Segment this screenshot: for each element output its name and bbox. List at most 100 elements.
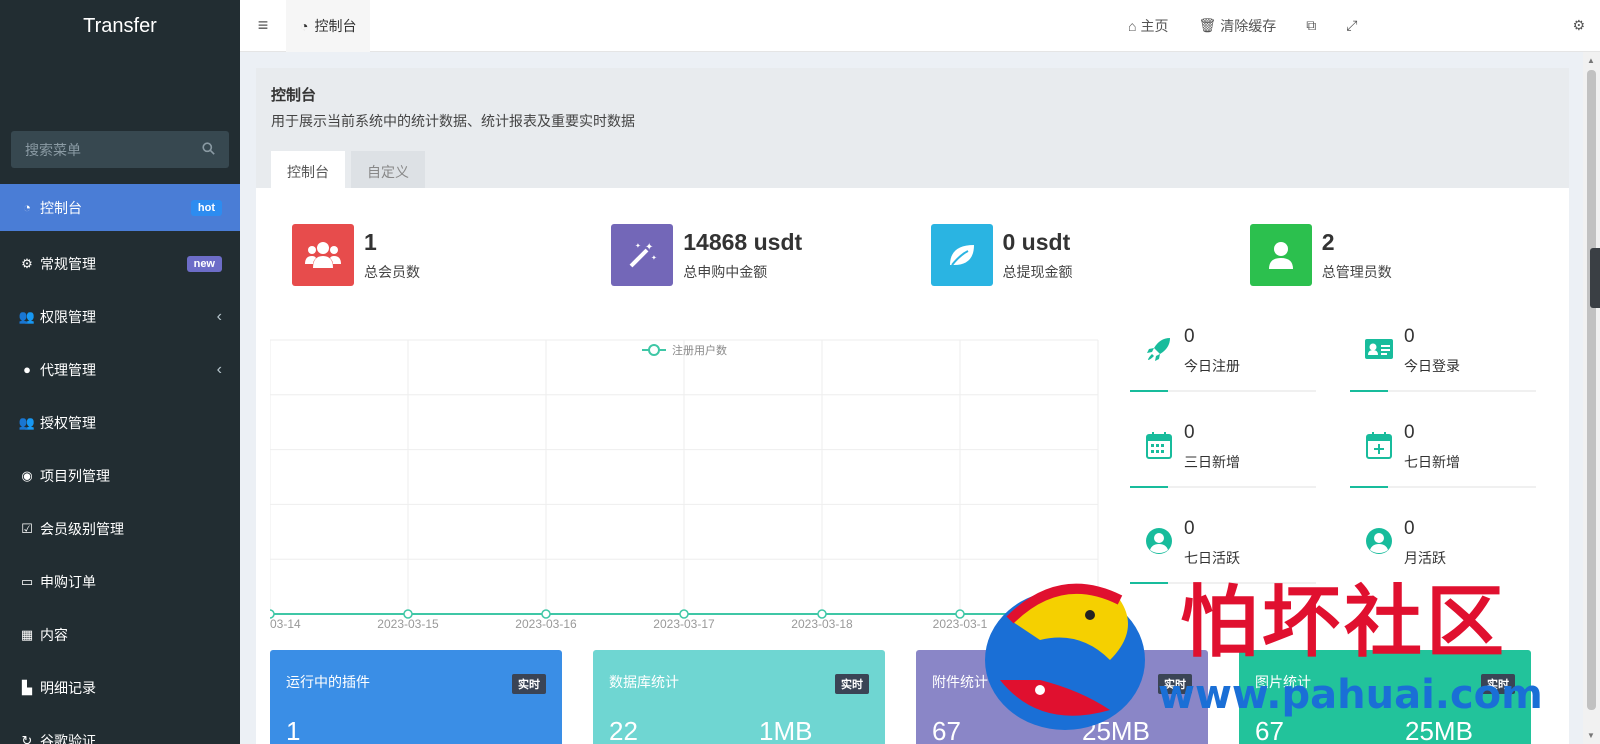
page-title: 控制台	[271, 87, 317, 104]
chart-x-tick-label: 2023-03-	[1074, 617, 1110, 628]
sidebar-item-label: 明细记录	[40, 679, 96, 696]
user-circle-icon	[1144, 526, 1174, 556]
sidebar-item-content[interactable]: ▦ 内容	[0, 608, 240, 661]
home-label: 主页	[1140, 17, 1169, 34]
sidebar-item-label: 申购订单	[40, 573, 96, 590]
sidebar-search-input[interactable]: 搜索菜单	[11, 131, 229, 168]
database-card[interactable]: 数据库统计 实时 22 1MB	[593, 650, 885, 744]
chart-legend-marker	[648, 344, 660, 356]
home-icon: ⌂	[1127, 17, 1137, 34]
scroll-down-arrow-icon[interactable]: ▼	[1587, 731, 1595, 740]
mini-stat-value: 0	[1184, 422, 1195, 443]
mini-stat-divider	[1350, 486, 1536, 488]
fullscreen-icon[interactable]: ⤢	[1331, 17, 1372, 34]
mini-stat-value: 0	[1404, 326, 1415, 347]
card-size: 25MB	[1405, 716, 1473, 744]
side-panel-handle[interactable]	[1590, 248, 1600, 308]
sidebar-item-permissions[interactable]: 👥 权限管理 ‹	[0, 290, 240, 343]
card-value: 22	[609, 716, 638, 744]
card-size: 1MB	[759, 716, 813, 744]
hot-badge: hot	[190, 199, 222, 216]
nav-tab-dashboard[interactable]: ◔ 控制台	[286, 0, 371, 52]
stat-card-admins: 2 总管理员数	[1249, 224, 1569, 286]
attachments-card[interactable]: 附件统计 实时 67 25MB	[916, 650, 1208, 744]
chart-x-tick-label: 2023-03-17	[653, 617, 715, 628]
top-navbar: ≡ ◔ 控制台 ⌂ 主页 🗑 清除缓存 ⧉ ⤢ ⚙	[240, 0, 1600, 52]
page-scrollbar[interactable]: ▲ ▼	[1583, 52, 1600, 744]
scroll-up-arrow-icon[interactable]: ▲	[1587, 56, 1595, 65]
realtime-tag: 实时	[1481, 674, 1515, 694]
sidebar-item-google-auth[interactable]: ↻ 谷歌验证	[0, 714, 240, 744]
sidebar-item-projects[interactable]: ◉ 项目列管理	[0, 449, 240, 502]
sidebar-item-general[interactable]: ⚙ 常规管理 new	[0, 237, 240, 290]
search-icon[interactable]	[202, 141, 215, 158]
card-title: 数据库统计	[609, 674, 679, 690]
realtime-tag: 实时	[512, 674, 546, 694]
app-logo[interactable]: Transfer	[0, 0, 240, 52]
page-tabs: 控制台 自定义	[271, 151, 1554, 193]
sidebar-item-label: 代理管理	[40, 361, 96, 378]
user-icon	[1249, 224, 1312, 286]
tab-custom[interactable]: 自定义	[351, 151, 425, 193]
chevron-left-icon: ‹	[216, 307, 222, 325]
mini-stat-divider	[1130, 486, 1316, 488]
sidebar-item-dashboard[interactable]: ◔ 控制台 hot	[0, 184, 240, 231]
sidebar-search-placeholder: 搜索菜单	[25, 141, 81, 158]
card-value: 1	[286, 716, 301, 744]
card-title: 运行中的插件	[286, 674, 370, 690]
rocket-icon	[1144, 334, 1174, 364]
sidebar-item-member-levels[interactable]: ☑ 会员级别管理	[0, 502, 240, 555]
stat-card-withdrawal: 0 usdt 总提现金额	[930, 224, 1250, 286]
chart-x-tick-label: 2023-03-18	[791, 617, 853, 628]
refresh-icon: ↻	[21, 732, 33, 744]
mini-stat-value: 0	[1404, 422, 1415, 443]
chart-x-tick-label: 2023-03-1	[933, 617, 988, 628]
sidebar-item-label: 控制台	[40, 199, 82, 216]
menu-toggle-icon[interactable]: ≡	[240, 0, 286, 52]
clear-cache-button[interactable]: 🗑 清除缓存	[1183, 16, 1291, 36]
registered-users-chart: 注册用户数 03-14 2023-03-15 2023-03-16 2023-03-17…	[270, 339, 1110, 628]
calendar-plus-icon	[1364, 430, 1394, 460]
card-title: 附件统计	[932, 674, 988, 690]
stat-label: 总会员数	[364, 263, 420, 280]
chevron-left-icon: ‹	[216, 360, 222, 378]
language-icon[interactable]: ⧉	[1291, 17, 1331, 34]
sidebar-item-records[interactable]: ▙ 明细记录	[0, 661, 240, 714]
settings-gears-icon[interactable]: ⚙	[1372, 17, 1600, 34]
realtime-tag: 实时	[1158, 674, 1192, 694]
tab-dashboard[interactable]: 控制台	[271, 151, 345, 193]
mini-stat-divider	[1130, 582, 1316, 584]
realtime-tag: 实时	[835, 674, 869, 694]
sidebar-item-orders[interactable]: ▭ 申购订单	[0, 555, 240, 608]
dashboard-icon: ◔	[300, 17, 309, 34]
svg-text:✦: ✦	[635, 242, 641, 250]
mini-stat-monthly-active: 0 月活跃	[1350, 518, 1536, 614]
stat-card-members: 1 总会员数	[292, 224, 611, 286]
home-link[interactable]: ⌂ 主页	[1113, 16, 1183, 36]
sidebar-item-agents[interactable]: ● 代理管理 ‹	[0, 343, 240, 396]
stat-label: 总申购中金额	[683, 263, 768, 280]
plugins-card[interactable]: 运行中的插件 实时 1	[270, 650, 562, 744]
svg-text:✦: ✦	[651, 254, 657, 262]
images-card[interactable]: 图片统计 实时 67 25MB	[1239, 650, 1531, 744]
mini-stat-today-register: 0 今日注册	[1130, 326, 1316, 422]
users-icon	[292, 224, 354, 286]
card-title: 图片统计	[1255, 674, 1311, 690]
mini-stat-three-day-new: 0 三日新增	[1130, 422, 1316, 518]
calendar-check-icon: ☑	[21, 520, 33, 536]
sidebar-item-label: 授权管理	[40, 414, 96, 431]
users-icon: 👥	[18, 414, 36, 430]
mini-stat-label: 七日新增	[1404, 454, 1460, 470]
chart-x-tick-label: 2023-03-15	[377, 617, 439, 628]
sidebar-menu: ◔ 控制台 hot ⚙ 常规管理 new 👥 权限管理 ‹ ● 代理管理 ‹ 👥…	[0, 184, 240, 744]
bottom-stat-cards: 运行中的插件 实时 1 数据库统计 实时 22 1MB 附件统计 实时 67 2…	[270, 650, 1531, 744]
sidebar-item-label: 项目列管理	[40, 467, 110, 484]
sidebar-item-authorization[interactable]: 👥 授权管理	[0, 396, 240, 449]
scrollbar-thumb[interactable]	[1587, 70, 1596, 710]
dashboard-icon: ◔	[23, 200, 31, 215]
chart-x-tick-label: 2023-03-16	[515, 617, 577, 628]
bar-chart-icon: ▙	[22, 679, 32, 695]
sidebar-item-label: 常规管理	[40, 255, 96, 272]
clear-cache-label: 清除缓存	[1220, 17, 1277, 34]
chart-legend-label: 注册用户数	[672, 343, 727, 357]
